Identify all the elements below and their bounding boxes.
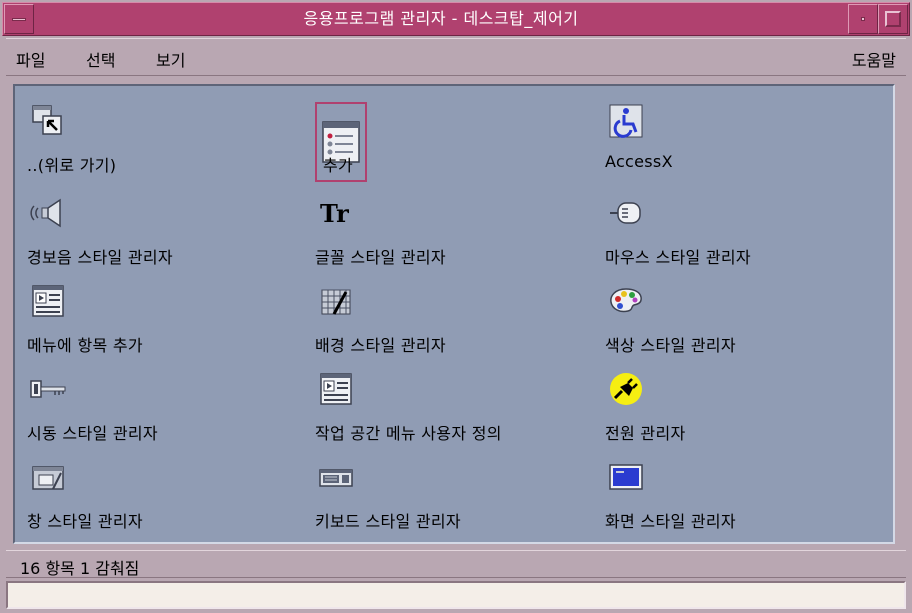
- item-label: 시동 스타일 관리자: [27, 424, 158, 443]
- workspace-menu-icon: [317, 370, 355, 408]
- item-label: 전원 관리자: [605, 424, 686, 443]
- window-menu-icon: [12, 17, 26, 21]
- item-label: 작업 공간 메뉴 사용자 정의: [315, 424, 502, 443]
- item-accessx[interactable]: AccessX: [605, 102, 875, 182]
- maximize-button[interactable]: [878, 4, 908, 34]
- power-plug-icon: [607, 370, 645, 408]
- minimize-button[interactable]: [848, 4, 878, 34]
- item-label: 키보드 스타일 관리자: [315, 512, 461, 531]
- screen-icon: [607, 458, 645, 496]
- item-label: ..(위로 가기): [27, 156, 117, 175]
- menu-view[interactable]: 보기: [156, 47, 185, 71]
- item-font-style[interactable]: Tr 글꼴 스타일 관리자: [315, 194, 585, 274]
- startup-key-icon: [29, 370, 67, 408]
- font-icon: Tr: [317, 194, 355, 232]
- item-label: AccessX: [605, 152, 673, 171]
- menu-add-icon: [29, 282, 67, 320]
- item-label: 창 스타일 관리자: [27, 512, 143, 531]
- window-menu-button[interactable]: [4, 4, 34, 34]
- item-beep-style[interactable]: 경보음 스타일 관리자: [27, 194, 297, 274]
- item-label: 화면 스타일 관리자: [605, 512, 736, 531]
- item-label: 마우스 스타일 관리자: [605, 248, 751, 267]
- item-label: 글꼴 스타일 관리자: [315, 248, 446, 267]
- menu-select[interactable]: 선택: [86, 47, 115, 71]
- svg-text:Tr: Tr: [320, 199, 349, 228]
- keyboard-icon: [317, 458, 355, 496]
- menu-help[interactable]: 도움말: [852, 47, 896, 71]
- item-label: 메뉴에 항목 추가: [27, 336, 143, 355]
- accessibility-icon: [607, 102, 645, 140]
- speaker-icon: [29, 194, 67, 232]
- item-workspace-menu[interactable]: 작업 공간 메뉴 사용자 정의: [315, 370, 585, 450]
- item-add[interactable]: 추가: [315, 102, 585, 182]
- status-text: 16 항목 1 감춰짐: [20, 559, 140, 578]
- menu-file[interactable]: 파일: [16, 47, 45, 71]
- window-style-icon: [29, 458, 67, 496]
- mouse-icon: [607, 194, 645, 232]
- item-keyboard-style[interactable]: 키보드 스타일 관리자: [315, 458, 585, 538]
- maximize-icon: [885, 11, 901, 27]
- item-label: 배경 스타일 관리자: [315, 336, 446, 355]
- item-startup-style[interactable]: 시동 스타일 관리자: [27, 370, 297, 450]
- menu-bar: 파일 선택 보기 도움말: [6, 38, 906, 76]
- item-screen-style[interactable]: 화면 스타일 관리자: [605, 458, 875, 538]
- item-mouse-style[interactable]: 마우스 스타일 관리자: [605, 194, 875, 274]
- message-bar: [6, 581, 906, 609]
- item-color-style[interactable]: 색상 스타일 관리자: [605, 282, 875, 362]
- item-power-manager[interactable]: 전원 관리자: [605, 370, 875, 450]
- palette-icon: [607, 282, 645, 320]
- app-manager-window: 응용프로그램 관리자 - 데스크탑_제어기 파일 선택 보기 도움말 ..(위로…: [0, 0, 912, 613]
- status-bar: 16 항목 1 감춰짐: [6, 550, 906, 578]
- item-label: 추가: [323, 156, 354, 175]
- item-go-up[interactable]: ..(위로 가기): [27, 102, 297, 182]
- item-label: 색상 스타일 관리자: [605, 336, 736, 355]
- window-title: 응용프로그램 관리자 - 데스크탑_제어기: [303, 9, 579, 28]
- item-label: 경보음 스타일 관리자: [27, 248, 173, 267]
- backdrop-icon: [317, 282, 355, 320]
- minimize-icon: [861, 17, 865, 21]
- folder-up-icon: [29, 102, 67, 140]
- item-backdrop-style[interactable]: 배경 스타일 관리자: [315, 282, 585, 362]
- item-window-style[interactable]: 창 스타일 관리자: [27, 458, 297, 538]
- item-add-menu-item[interactable]: 메뉴에 항목 추가: [27, 282, 297, 362]
- file-icon-view[interactable]: ..(위로 가기) 추가 AccessX 경보음 스타일 관리자 Tr 글꼴 스…: [13, 84, 895, 544]
- title-bar[interactable]: 응용프로그램 관리자 - 데스크탑_제어기: [2, 2, 910, 36]
